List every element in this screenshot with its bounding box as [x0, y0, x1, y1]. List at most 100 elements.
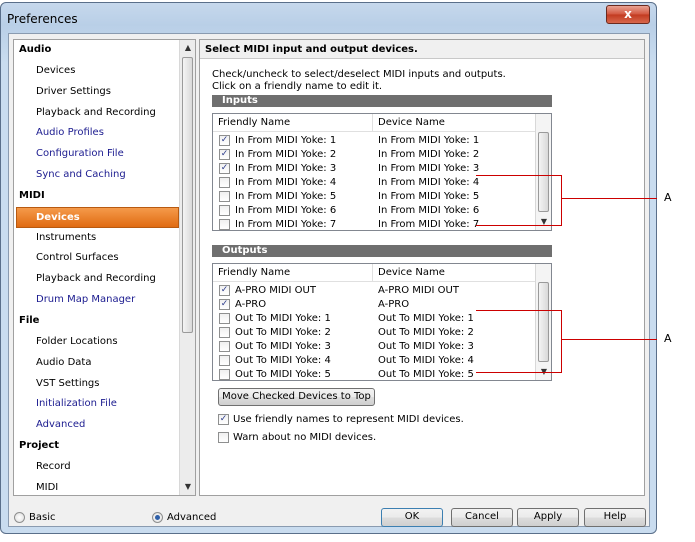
inputs-device-row[interactable]: In From MIDI Yoke: 5 In From MIDI Yoke: 5: [213, 190, 537, 204]
nav-item-file-audio-data[interactable]: Audio Data: [14, 353, 180, 374]
outputs-device-row[interactable]: Out To MIDI Yoke: 2 Out To MIDI Yoke: 2: [213, 326, 537, 340]
window-title: Preferences: [7, 12, 78, 26]
outputs-friendly-name[interactable]: A-PRO MIDI OUT: [235, 284, 316, 298]
inputs-col-device-name[interactable]: Device Name: [373, 114, 537, 132]
nav-item-audio-playback-and-recording[interactable]: Playback and Recording: [14, 103, 180, 124]
ok-button[interactable]: OK: [381, 508, 443, 527]
inputs-friendly-name[interactable]: In From MIDI Yoke: 7: [235, 218, 336, 230]
inputs-friendly-name[interactable]: In From MIDI Yoke: 3: [235, 162, 336, 176]
nav-item-file-vst-settings[interactable]: VST Settings: [14, 374, 180, 395]
outputs-rows: ✓ A-PRO MIDI OUT A-PRO MIDI OUT ✓ A-PRO A-PRO…: [213, 284, 537, 380]
basic-radio[interactable]: [14, 512, 25, 523]
outputs-friendly-name[interactable]: Out To MIDI Yoke: 1: [235, 312, 331, 326]
nav-item-file-advanced[interactable]: Advanced: [14, 415, 180, 436]
outputs-col-friendly-name[interactable]: Friendly Name: [213, 264, 373, 282]
inputs-device-checkbox[interactable]: ✓: [219, 135, 230, 146]
preferences-window: Preferences x Audio Devices Driver Setting…: [0, 2, 657, 534]
outputs-friendly-name[interactable]: Out To MIDI Yoke: 2: [235, 326, 331, 340]
inputs-scroll-down-icon[interactable]: ▼: [536, 214, 551, 230]
inputs-device-checkbox[interactable]: ✓: [219, 163, 230, 174]
inputs-device-checkbox[interactable]: [219, 219, 230, 230]
nav-category-file[interactable]: File: [14, 311, 180, 332]
outputs-device-row[interactable]: Out To MIDI Yoke: 3 Out To MIDI Yoke: 3: [213, 340, 537, 354]
inputs-friendly-name[interactable]: In From MIDI Yoke: 4: [235, 176, 336, 190]
outputs-friendly-name[interactable]: Out To MIDI Yoke: 4: [235, 354, 331, 368]
nav-item-project-midi[interactable]: MIDI: [14, 478, 180, 495]
title-bar[interactable]: Preferences x: [1, 3, 656, 33]
nav-category-project[interactable]: Project: [14, 436, 180, 457]
outputs-scrollbar[interactable]: ▼: [535, 264, 551, 380]
outputs-device-name: Out To MIDI Yoke: 3: [378, 341, 474, 352]
outputs-friendly-name[interactable]: Out To MIDI Yoke: 3: [235, 340, 331, 354]
nav-scroll-up-icon[interactable]: ▲: [180, 40, 195, 56]
outputs-friendly-name[interactable]: A-PRO: [235, 298, 266, 312]
outputs-col-device-name[interactable]: Device Name: [373, 264, 537, 282]
nav-scroll-down-icon[interactable]: ▼: [180, 479, 195, 495]
inputs-device-row[interactable]: ✓ In From MIDI Yoke: 2 In From MIDI Yoke: …: [213, 148, 537, 162]
inputs-col-friendly-name[interactable]: Friendly Name: [213, 114, 373, 132]
cancel-button[interactable]: Cancel: [451, 508, 513, 527]
nav-item-audio-configuration-file[interactable]: Configuration File: [14, 144, 180, 165]
inputs-scrollbar[interactable]: ▼: [535, 114, 551, 230]
outputs-scroll-thumb[interactable]: [538, 282, 549, 362]
warn-no-midi-checkbox[interactable]: [218, 432, 229, 443]
nav-item-midi-devices[interactable]: Devices: [16, 206, 179, 228]
inputs-list: Friendly Name Device Name ✓ In From MIDI …: [212, 113, 552, 231]
outputs-device-row[interactable]: Out To MIDI Yoke: 5 Out To MIDI Yoke: 5: [213, 368, 537, 380]
inputs-device-row[interactable]: ✓ In From MIDI Yoke: 3 In From MIDI Yoke: …: [213, 162, 537, 176]
instructions-line-1: Check/uncheck to select/deselect MIDI in…: [212, 69, 506, 80]
nav-category-audio[interactable]: Audio: [14, 40, 180, 61]
nav-item-file-folder-locations[interactable]: Folder Locations: [14, 332, 180, 353]
outputs-device-checkbox[interactable]: [219, 327, 230, 338]
outputs-device-row[interactable]: Out To MIDI Yoke: 4 Out To MIDI Yoke: 4: [213, 354, 537, 368]
advanced-radio[interactable]: [152, 512, 163, 523]
inputs-friendly-name[interactable]: In From MIDI Yoke: 6: [235, 204, 336, 218]
nav-item-file-initialization-file[interactable]: Initialization File: [14, 394, 180, 415]
inputs-device-row[interactable]: In From MIDI Yoke: 6 In From MIDI Yoke: 6: [213, 204, 537, 218]
inputs-device-row[interactable]: In From MIDI Yoke: 4 In From MIDI Yoke: 4: [213, 176, 537, 190]
help-button[interactable]: Help: [584, 508, 646, 527]
advanced-label: Advanced: [167, 512, 217, 523]
nav-category-midi[interactable]: MIDI: [14, 186, 180, 207]
outputs-device-checkbox[interactable]: [219, 313, 230, 324]
apply-button[interactable]: Apply: [517, 508, 579, 527]
inputs-friendly-name[interactable]: In From MIDI Yoke: 5: [235, 190, 336, 204]
close-button[interactable]: x: [606, 5, 650, 24]
outputs-device-checkbox[interactable]: [219, 341, 230, 352]
inputs-device-checkbox[interactable]: [219, 205, 230, 216]
outputs-device-checkbox[interactable]: ✓: [219, 285, 230, 296]
move-checked-to-top-button[interactable]: Move Checked Devices to Top: [218, 388, 375, 406]
inputs-device-checkbox[interactable]: ✓: [219, 149, 230, 160]
nav-scroll-thumb[interactable]: [182, 57, 193, 333]
nav-item-midi-control-surfaces[interactable]: Control Surfaces: [14, 248, 180, 269]
inputs-friendly-name[interactable]: In From MIDI Yoke: 1: [235, 134, 336, 148]
inputs-device-checkbox[interactable]: [219, 191, 230, 202]
outputs-section-header: Outputs: [212, 245, 552, 257]
nav-item-audio-driver-settings[interactable]: Driver Settings: [14, 82, 180, 103]
outputs-device-checkbox[interactable]: ✓: [219, 299, 230, 310]
use-friendly-names-label: Use friendly names to represent MIDI dev…: [233, 414, 464, 425]
use-friendly-names-checkbox[interactable]: ✓: [218, 414, 229, 425]
outputs-device-checkbox[interactable]: [219, 369, 230, 380]
nav-item-audio-audio-profiles[interactable]: Audio Profiles: [14, 123, 180, 144]
inputs-list-header: Friendly Name Device Name: [213, 114, 537, 132]
inputs-bracket-side: [561, 175, 562, 226]
outputs-device-row[interactable]: ✓ A-PRO MIDI OUT A-PRO MIDI OUT: [213, 284, 537, 298]
instructions-line-2: Click on a friendly name to edit it.: [212, 81, 383, 92]
nav-scrollbar[interactable]: ▲ ▼: [179, 40, 195, 495]
inputs-device-row[interactable]: ✓ In From MIDI Yoke: 1 In From MIDI Yoke: …: [213, 134, 537, 148]
nav-item-project-record[interactable]: Record: [14, 457, 180, 478]
nav-item-midi-playback-and-recording[interactable]: Playback and Recording: [14, 269, 180, 290]
midi-devices-panel: Select MIDI input and output devices. Ch…: [199, 39, 645, 496]
outputs-device-row[interactable]: Out To MIDI Yoke: 1 Out To MIDI Yoke: 1: [213, 312, 537, 326]
nav-item-midi-instruments[interactable]: Instruments: [14, 228, 180, 249]
outputs-friendly-name[interactable]: Out To MIDI Yoke: 5: [235, 368, 331, 380]
inputs-device-name: In From MIDI Yoke: 6: [378, 205, 480, 216]
nav-item-audio-devices[interactable]: Devices: [14, 61, 180, 82]
nav-item-audio-sync-and-caching[interactable]: Sync and Caching: [14, 165, 180, 186]
inputs-device-checkbox[interactable]: [219, 177, 230, 188]
nav-item-midi-drum-map-manager[interactable]: Drum Map Manager: [14, 290, 180, 311]
inputs-friendly-name[interactable]: In From MIDI Yoke: 2: [235, 148, 336, 162]
inputs-scroll-thumb[interactable]: [538, 132, 549, 212]
outputs-device-checkbox[interactable]: [219, 355, 230, 366]
